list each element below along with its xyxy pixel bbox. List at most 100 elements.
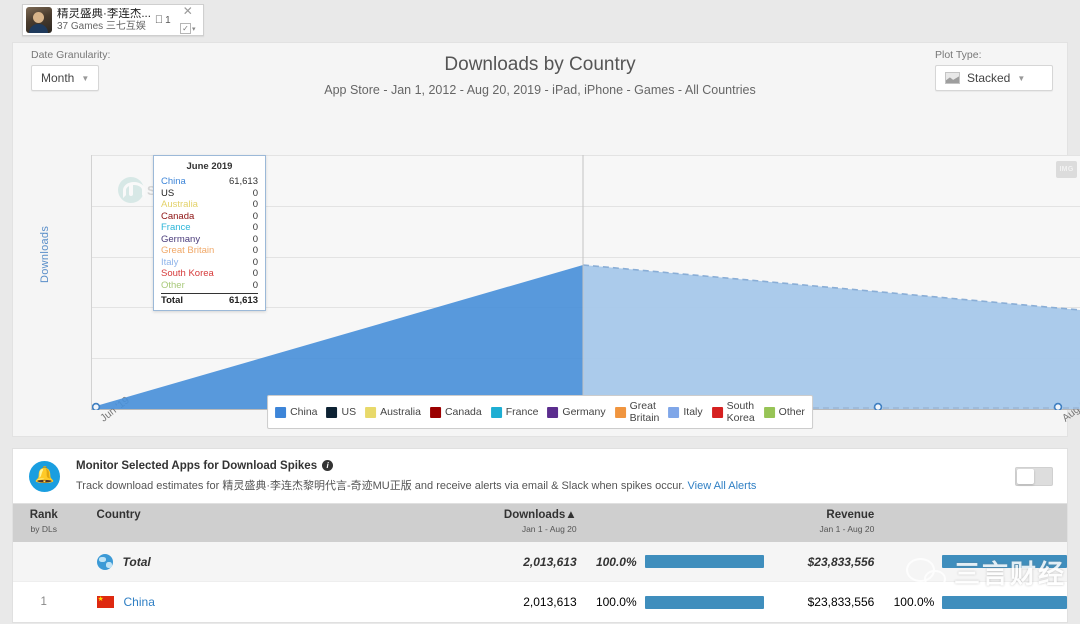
table-header-revenue-label: Revenue <box>826 509 875 521</box>
legend-swatch <box>490 406 502 418</box>
alert-body: Track download estimates for 精灵盛典·李连杰黎明代… <box>76 477 1015 493</box>
cell-country: Total <box>75 553 467 570</box>
revenue-bar <box>942 555 1067 569</box>
app-chip-subtitle: 37 Games 三七互娱 <box>57 20 146 32</box>
downloads-percent: 100.0% <box>595 554 637 569</box>
export-image-button[interactable]: IMG <box>1056 161 1077 178</box>
legend-item[interactable]: Australia <box>365 406 421 418</box>
tooltip-row-label: South Korea <box>161 268 214 279</box>
tooltip-total-label: Total <box>161 295 183 306</box>
table-header-downloads-sub: Jan 1 - Aug 20 <box>521 524 577 534</box>
chevron-down-icon[interactable]: ▾ <box>192 25 196 33</box>
table-header-rank-sub: by DLs <box>30 524 57 534</box>
tooltip-total-value: 61,613 <box>228 295 258 306</box>
tooltip-row: Great Britain 0 <box>161 245 258 257</box>
downloads-value: 2,013,613 <box>523 554 577 569</box>
tooltip-row: Italy 0 <box>161 257 258 269</box>
table-header-revenue-sub: Jan 1 - Aug 20 <box>819 524 875 534</box>
tooltip-row: Australia 0 <box>161 199 258 211</box>
chart-panel: Date Granularity: Month ▼ Plot Type: Sta… <box>12 42 1080 437</box>
view-all-alerts-link[interactable]: View All Alerts <box>688 480 757 492</box>
legend-label: Germany <box>562 406 606 418</box>
tooltip-row: Other 0 <box>161 280 258 292</box>
tooltip-row-value: 0 <box>252 222 258 233</box>
tooltip-total-row: Total 61,613 <box>161 293 258 306</box>
tooltip-row-label: Australia <box>161 199 198 210</box>
legend-item[interactable]: China <box>275 406 318 418</box>
y-axis-title: Downloads <box>39 225 51 283</box>
legend-item[interactable]: Great Britain <box>614 400 659 424</box>
legend-label: Canada <box>444 406 482 418</box>
tooltip-row-label: Germany <box>161 233 201 245</box>
tooltip-row-value: 61,613 <box>228 176 258 187</box>
plot-type-select[interactable]: Stacked ▼ <box>935 65 1053 91</box>
legend-swatch <box>711 406 723 418</box>
revenue-percent: 100.0% <box>893 595 935 609</box>
legend-swatch <box>547 406 559 418</box>
table-row[interactable]: 1 China 2,013,613 100.0% $23,833,556 100.0% <box>13 582 1067 622</box>
table-header-country-label: Country <box>96 509 141 521</box>
chart-legend[interactable]: China US Australia Canada France Germany Great… <box>267 395 813 429</box>
legend-swatch <box>668 406 680 418</box>
tooltip-row: Germany 0 <box>161 234 258 246</box>
tooltip-row-value: 0 <box>252 233 258 245</box>
date-granularity-select[interactable]: Month ▼ <box>31 65 100 91</box>
date-granularity-control: Date Granularity: Month ▼ <box>31 49 110 91</box>
legend-swatch <box>763 406 775 418</box>
table-header-revenue[interactable]: Revenue Jan 1 - Aug 20 <box>764 509 1067 534</box>
legend-swatch <box>365 406 377 418</box>
chevron-down-icon: ▼ <box>81 73 90 83</box>
tooltip-row: US 0 <box>161 188 258 200</box>
cell-c-dl: 2,013,613 100.0% <box>467 555 765 569</box>
checkbox-icon[interactable]: ✓ <box>179 23 191 34</box>
revenue-value: $23,833,556 <box>807 595 875 609</box>
plot-type-value: Stacked <box>967 71 1011 85</box>
cell-c-rev: $23,833,556 <box>764 555 1067 569</box>
downloads-bar <box>644 595 765 609</box>
alert-toggle-switch[interactable] <box>1015 466 1053 486</box>
chevron-down-icon: ▼ <box>1017 73 1026 83</box>
tooltip-row: China 61,613 <box>161 176 258 188</box>
chart-title: Downloads by Country <box>444 54 636 75</box>
legend-item[interactable]: South Korea <box>711 400 755 424</box>
tooltip-row-label: US <box>161 187 175 199</box>
legend-label: US <box>341 406 357 418</box>
tooltip-row-label: Great Britain <box>161 245 215 256</box>
close-icon[interactable]: ✕ <box>183 5 193 17</box>
country-name[interactable]: China <box>124 595 155 609</box>
apple-icon:  <box>155 14 163 26</box>
downloads-bar <box>644 555 765 569</box>
cell-c-dl: 2,013,613 100.0% <box>467 595 765 609</box>
table-header-row: Rank by DLs Country Downloads▲ Jan 1 - A… <box>13 504 1067 542</box>
table-row[interactable]: Total 2,013,613 100.0% $23,833,556 <box>13 542 1067 582</box>
legend-label: Other <box>778 406 805 418</box>
date-granularity-value: Month <box>41 71 75 85</box>
legend-item[interactable]: US <box>326 406 357 418</box>
country-table: Rank by DLs Country Downloads▲ Jan 1 - A… <box>12 504 1068 623</box>
legend-item[interactable]: Other <box>763 406 805 418</box>
legend-item[interactable]: Canada <box>429 406 482 418</box>
downloads-value: 2,013,613 <box>523 595 577 609</box>
tooltip-rows: China 61,613 US 0 Australia 0 Canada 0 France 0 Ge… <box>161 176 258 291</box>
app-icon <box>26 7 52 33</box>
downloads-percent: 100.0% <box>595 595 637 609</box>
tooltip-row-value: 0 <box>252 245 258 256</box>
alert-heading: Monitor Selected Apps for Download Spike… <box>76 459 318 472</box>
tooltip-row-value: 0 <box>252 256 258 268</box>
legend-label: Australia <box>380 406 421 418</box>
legend-item[interactable]: France <box>490 406 538 418</box>
legend-item[interactable]: Italy <box>668 406 703 418</box>
table-header-rank: Rank by DLs <box>13 509 75 534</box>
app-chip[interactable]: 精灵盛典·李连杰... 37 Games 三七互娱  1 ✕ ✓ ▾ <box>22 4 204 36</box>
app-chip-checkbox-group[interactable]: ✓ ▾ <box>179 23 196 34</box>
table-header-downloads-label: Downloads▲ <box>467 509 577 521</box>
tooltip-row-label: China <box>161 176 186 187</box>
table-header-country[interactable]: Country <box>75 509 467 521</box>
tooltip-row-label: France <box>161 222 191 233</box>
chart-tooltip: June 2019 China 61,613 US 0 Australia 0 Canada… <box>153 155 266 311</box>
info-icon[interactable]: i <box>322 460 334 471</box>
app-chip-text: 精灵盛典·李连杰... 37 Games 三七互娱 <box>57 8 151 33</box>
legend-item[interactable]: Germany <box>547 406 606 418</box>
table-header-downloads[interactable]: Downloads▲ Jan 1 - Aug 20 <box>467 509 765 534</box>
tooltip-row: Canada 0 <box>161 211 258 223</box>
